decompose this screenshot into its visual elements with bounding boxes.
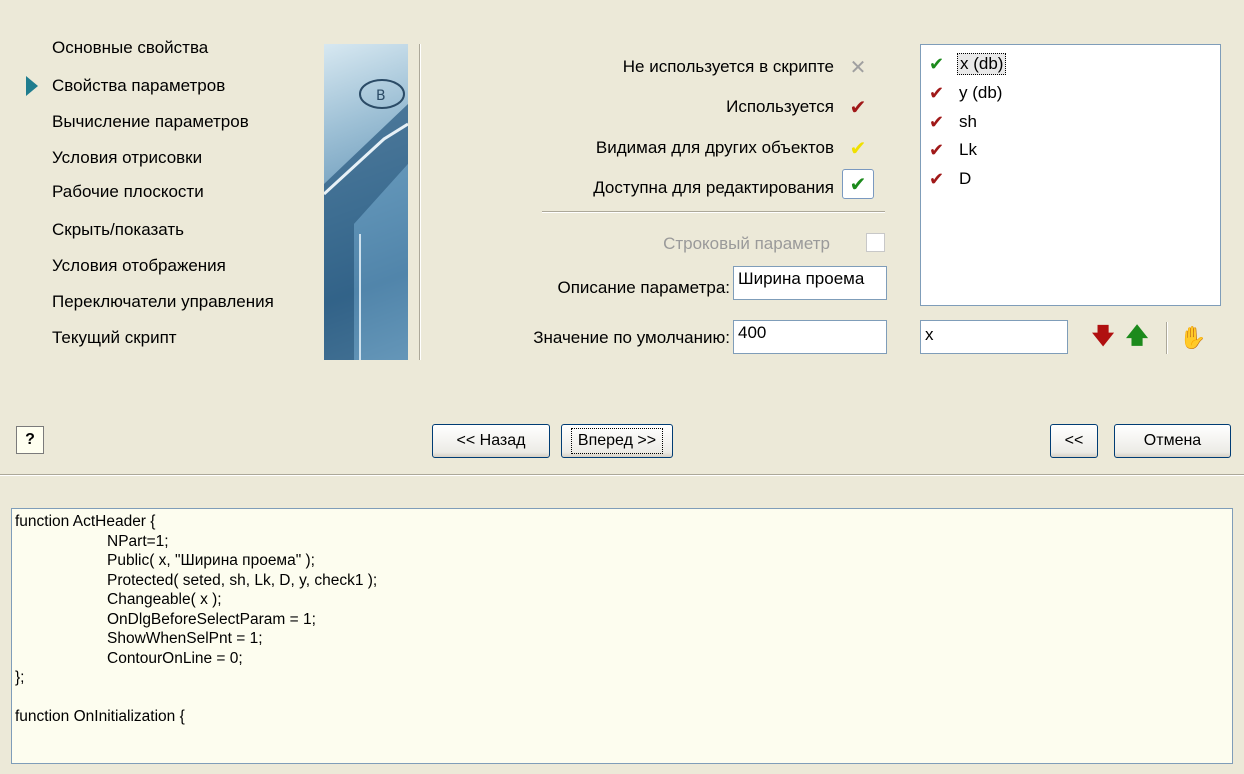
- action-separator: [1166, 322, 1168, 354]
- back-button[interactable]: << Назад: [432, 424, 550, 458]
- description-input[interactable]: [733, 266, 887, 300]
- decorative-building-image: B: [324, 44, 408, 360]
- nav-item-basic-properties[interactable]: Основные свойства: [52, 38, 208, 58]
- yellow-check-icon[interactable]: ✔: [842, 133, 874, 163]
- collapse-button[interactable]: <<: [1050, 424, 1098, 458]
- nav-item-hide-show[interactable]: Скрыть/показать: [52, 220, 184, 240]
- svg-text:B: B: [376, 88, 386, 104]
- code-line: ContourOnLine = 0;: [107, 649, 243, 667]
- red-check-icon: ✔: [929, 111, 945, 132]
- list-item[interactable]: ✔ D: [929, 166, 973, 192]
- code-line: ShowWhenSelPnt = 1;: [107, 630, 263, 647]
- default-value-label: Значение по умолчанию:: [533, 328, 730, 347]
- list-item[interactable]: ✔ Lk: [929, 137, 979, 163]
- list-item-label: sh: [959, 112, 977, 131]
- cancel-button-label: Отмена: [1143, 432, 1202, 449]
- string-param-checkbox[interactable]: [866, 233, 885, 252]
- nav-item-parameter-properties[interactable]: Свойства параметров: [52, 76, 225, 96]
- code-line: NPart=1;: [107, 532, 169, 550]
- list-item[interactable]: ✔ x (db): [929, 51, 1007, 77]
- code-line: Changeable( x );: [107, 591, 222, 608]
- red-check-icon: ✔: [929, 168, 945, 189]
- nav-item-draw-conditions[interactable]: Условия отрисовки: [52, 148, 202, 168]
- red-check-icon: ✔: [929, 139, 945, 160]
- legend-visible-label: Видимая для других объектов: [595, 138, 834, 157]
- active-step-arrow-icon: [26, 76, 38, 96]
- hand-icon[interactable]: ✋: [1176, 322, 1210, 354]
- code-line: function ActHeader {: [15, 513, 156, 530]
- nav-item-work-planes[interactable]: Рабочие плоскости: [52, 182, 204, 202]
- bottom-separator: [0, 474, 1244, 476]
- default-value-input[interactable]: [733, 320, 887, 354]
- legend-not-used-label: Не используется в скрипте: [622, 57, 834, 76]
- back-button-label: << Назад: [456, 432, 526, 449]
- collapse-button-label: <<: [1064, 432, 1084, 449]
- list-item-label: D: [959, 169, 972, 188]
- nav-item-display-conditions[interactable]: Условия отображения: [52, 256, 226, 276]
- gray-x-icon[interactable]: ✕: [842, 52, 874, 82]
- list-item-label: y (db): [959, 83, 1003, 102]
- red-check-icon: ✔: [929, 82, 945, 103]
- green-check-icon[interactable]: ✔: [842, 169, 874, 199]
- red-down-arrow-icon[interactable]: 🡇: [1086, 322, 1120, 354]
- nav-item-control-switches[interactable]: Переключатели управления: [52, 292, 274, 312]
- legend-used-label: Используется: [726, 97, 834, 116]
- code-line: Public( x, "Ширина проема" );: [107, 552, 315, 569]
- code-line: };: [15, 669, 25, 686]
- list-item-label: x (db): [957, 53, 1007, 75]
- green-check-icon: ✔: [929, 53, 945, 74]
- help-button[interactable]: ?: [16, 426, 44, 454]
- code-line: OnDlgBeforeSelectParam = 1;: [107, 610, 316, 628]
- cancel-button[interactable]: Отмена: [1114, 424, 1231, 458]
- string-param-label: Строковый параметр: [663, 234, 830, 253]
- code-line: Protected( seted, sh, Lk, D, y, check1 )…: [107, 571, 378, 589]
- list-item[interactable]: ✔ sh: [929, 109, 979, 135]
- list-item-label: Lk: [959, 140, 977, 159]
- parameter-list[interactable]: ✔ x (db) ✔ y (db) ✔ sh ✔ Lk ✔ D: [920, 44, 1221, 306]
- next-button-label: Вперед >>: [570, 428, 664, 454]
- param-name-input[interactable]: [920, 320, 1068, 354]
- vertical-divider: [419, 44, 421, 360]
- legend-editable-label: Доступна для редактирования: [593, 178, 834, 197]
- nav-item-parameter-calculation[interactable]: Вычисление параметров: [52, 112, 249, 132]
- script-textarea[interactable]: function ActHeader { NPart=1; Public( x,…: [11, 508, 1233, 764]
- code-line: function OnInitialization {: [15, 708, 185, 725]
- next-button[interactable]: Вперед >>: [561, 424, 673, 458]
- legend-separator: [542, 211, 885, 213]
- list-item[interactable]: ✔ y (db): [929, 80, 1004, 106]
- nav-item-current-script[interactable]: Текущий скрипт: [52, 328, 177, 348]
- red-check-icon[interactable]: ✔: [842, 92, 874, 122]
- description-label: Описание параметра:: [557, 278, 730, 297]
- green-up-arrow-icon[interactable]: 🡅: [1120, 322, 1154, 354]
